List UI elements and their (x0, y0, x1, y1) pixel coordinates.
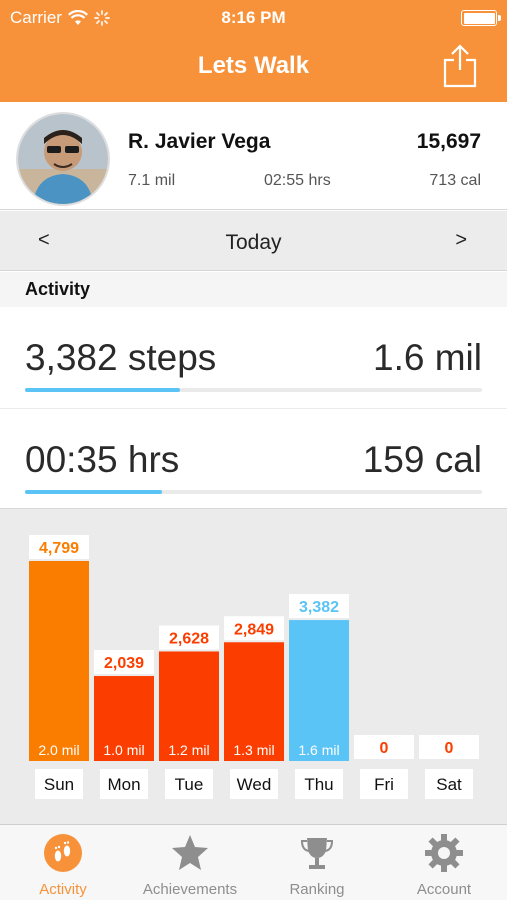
value-label-tue: 2,628 (169, 630, 209, 647)
day-label-tue: Tue (175, 775, 204, 794)
steps-value: 3,382 steps (25, 337, 217, 378)
total-time: 02:55 hrs (264, 172, 331, 189)
footprints-icon (44, 834, 82, 872)
distance-label-wed: 1.3 mil (233, 742, 274, 758)
bar-thu (289, 620, 349, 761)
section-title: Activity (25, 279, 91, 299)
calories-value: 159 cal (362, 439, 482, 480)
tab-achievements-label: Achievements (142, 881, 238, 898)
day-label-mon: Mon (107, 775, 140, 794)
activity-section-header: Activity (0, 272, 507, 307)
day-label-sat: Sat (436, 775, 462, 794)
duration-value: 00:35 hrs (25, 439, 180, 480)
tab-account-label: Account (416, 881, 472, 898)
tab-activity-label: Activity (39, 881, 87, 898)
status-time: 8:16 PM (221, 8, 286, 27)
day-label-wed: Wed (237, 775, 272, 794)
day-label-sun: Sun (44, 775, 74, 794)
day-label-fri: Fri (374, 775, 394, 794)
tab-ranking-label: Ranking (289, 881, 345, 898)
steps-progress-fill (25, 388, 181, 392)
distance-label-sun: 2.0 mil (38, 742, 79, 758)
value-label-mon: 2,039 (104, 655, 144, 672)
page-title: Lets Walk (197, 52, 310, 79)
tab-activity[interactable]: Activity (0, 825, 126, 900)
steps-row: 3,382 steps 1.6 mil (0, 307, 507, 407)
tab-ranking[interactable]: Ranking (254, 825, 380, 900)
value-label-thu: 3,382 (299, 599, 339, 616)
avatar-image (18, 114, 108, 204)
day-label: Today (225, 231, 282, 254)
total-calories: 713 cal (429, 172, 481, 189)
top-bar: Carrier 8:16 PM Lets Walk (0, 0, 507, 102)
tab-bar: Activity Achievements Ranking Account (0, 824, 507, 900)
value-label-sat: 0 (445, 740, 454, 757)
total-steps: 15,697 (416, 130, 481, 153)
battery-icon (461, 10, 501, 26)
tab-account[interactable]: Account (381, 825, 507, 900)
value-label-sun: 4,799 (39, 540, 79, 557)
day-selector: < Today > (0, 211, 507, 271)
weekly-chart: 4,799 2.0 mil Sun 2,039 1.0 mil Mon 2,628 1.2 m… (0, 508, 507, 824)
value-label-wed: 2,849 (234, 621, 274, 638)
duration-row: 00:35 hrs 159 cal (0, 408, 507, 508)
duration-progress-fill (25, 490, 163, 494)
profile-card[interactable]: R. Javier Vega 15,697 7.1 mil 02:55 hrs … (0, 102, 507, 210)
status-bar: Carrier 8:16 PM (0, 0, 507, 36)
total-distance: 7.1 mil (128, 172, 176, 189)
tab-achievements[interactable]: Achievements (127, 825, 253, 900)
next-day-button[interactable]: > (455, 229, 467, 252)
gear-icon (425, 834, 463, 872)
user-name: R. Javier Vega (128, 130, 271, 153)
trophy-icon (300, 838, 334, 869)
avatar[interactable] (16, 112, 110, 206)
duration-progress-track (25, 490, 482, 494)
bar-sun (29, 561, 89, 761)
value-label-fri: 0 (380, 740, 389, 757)
day-label-thu: Thu (304, 775, 333, 794)
distance-value: 1.6 mil (373, 337, 482, 378)
share-icon[interactable] (443, 44, 477, 88)
distance-label-mon: 1.0 mil (103, 742, 144, 758)
steps-progress-track (25, 388, 482, 392)
weekly-chart-svg: 4,799 2.0 mil Sun 2,039 1.0 mil Mon 2,628 1.2 m… (29, 535, 479, 799)
distance-label-thu: 1.6 mil (298, 742, 339, 758)
star-icon (172, 835, 208, 870)
distance-label-tue: 1.2 mil (168, 742, 209, 758)
